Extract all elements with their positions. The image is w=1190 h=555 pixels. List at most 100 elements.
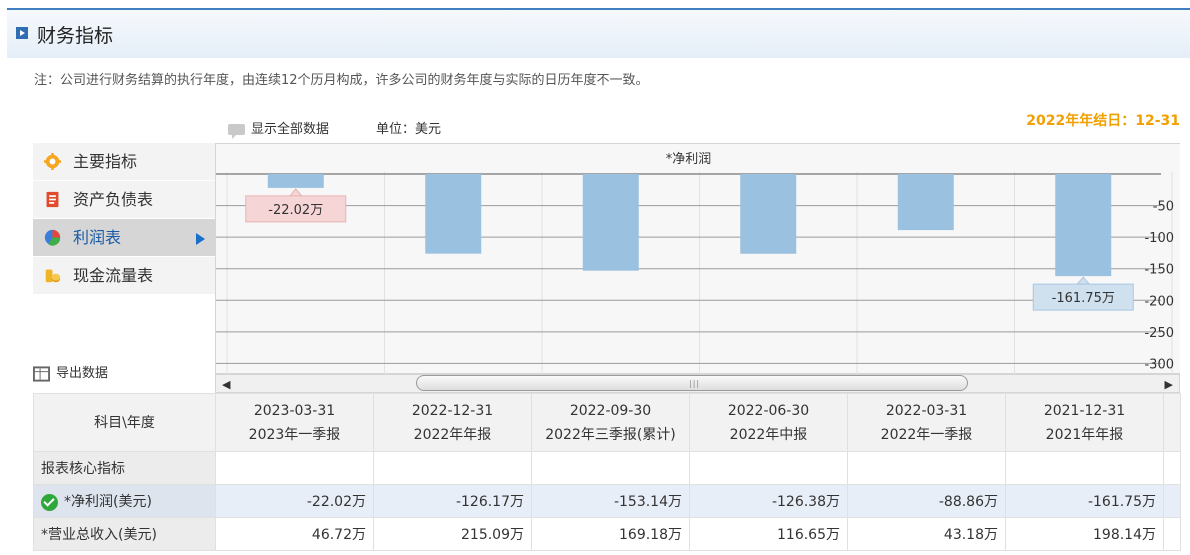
table-corner-label: 科目\年度 [33,393,216,452]
row-label-text: *净利润(美元) [64,494,152,510]
fiscal-year-note: 注：公司进行财务结算的执行年度，由连续12个历月构成，许多公司的财务年度与实际的… [34,73,649,88]
column-header: 2022-12-31 2022年年报 [373,393,532,452]
column-spacer [1163,393,1181,452]
net-profit-chart: *净利润 -50 -100 -150 -200 -250 -300 -22.02万 -161.7… [215,143,1180,375]
pie-chart-icon [44,229,61,246]
table-cell: -126.38万 [689,484,848,518]
table-header-row: 科目\年度 2023-03-31 2023年一季报 2022-12-31 2022年… [33,393,1181,452]
nav-item-cash-flow[interactable]: 现金流量表 [33,257,215,295]
column-header: 2022-06-30 2022年中报 [689,393,848,452]
empty-cell [531,451,690,485]
table-cell: -153.14万 [531,484,690,518]
nav-item-label: 主要指标 [73,152,138,171]
scroll-right-arrow-icon[interactable]: ▶ [1165,378,1173,391]
show-all-data-toggle[interactable]: 显示全部数据 [228,118,330,139]
gear-icon [44,153,61,170]
export-data-label: 导出数据 [56,366,109,381]
chart-canvas: *净利润 -50 -100 -150 -200 -250 -300 -22.02万 -161.7… [216,152,1174,375]
column-period: 2023年一季报 [248,426,341,443]
callout-pointer [288,188,303,197]
table-row-revenue[interactable]: *营业总收入(美元) 46.72万 215.09万 169.18万 116.65… [33,517,1181,551]
nav-item-label: 利润表 [73,228,122,247]
column-header: 2021-12-31 2021年年报 [1005,393,1164,452]
column-period: 2022年中报 [729,426,808,443]
table-cell: 198.14万 [1005,517,1164,551]
data-label: -161.75万 [1052,291,1115,306]
unit-label: 单位：美元 [376,122,442,137]
empty-cell [373,451,532,485]
table-cell: -88.86万 [847,484,1006,518]
nav-item-label: 现金流量表 [73,266,154,285]
column-period: 2022年年报 [413,426,492,443]
y-tick-label: -150 [1144,263,1174,278]
financial-table: 科目\年度 2023-03-31 2023年一季报 2022-12-31 2022年… [33,393,1181,551]
spreadsheet-export-icon [33,365,50,382]
section-header: 财务指标 [7,8,1190,58]
nav-item-income-statement[interactable]: 利润表 [33,219,215,257]
column-period: 2022年三季报(累计) [545,426,676,443]
empty-cell [689,451,848,485]
bar-3[interactable] [740,174,797,254]
empty-cell [1163,517,1181,551]
export-data-button[interactable]: 导出数据 [33,362,108,382]
bar-0[interactable] [267,174,324,188]
table-cell: 169.18万 [531,517,690,551]
empty-cell [215,451,374,485]
section-marker-icon [16,27,28,39]
column-date: 2022-09-30 [569,402,652,419]
grip-icon: ||| [689,379,701,388]
callout-pointer [1076,276,1091,285]
y-tick-label: -100 [1144,231,1174,246]
y-tick-label: -200 [1144,294,1174,309]
chart-title: *净利润 [666,152,712,167]
column-date: 2022-03-31 [885,402,968,419]
coins-icon [45,269,61,283]
scroll-left-arrow-icon[interactable]: ◀ [222,378,230,391]
column-date: 2021-12-31 [1043,402,1126,419]
document-icon [46,191,59,208]
year-end-date: 2022年年结日：12-31 [1026,113,1180,129]
table-section-row: 报表核心指标 [33,451,1181,485]
table-cell: 215.09万 [373,517,532,551]
check-icon [41,493,58,511]
table-cell: 46.72万 [215,517,374,551]
statement-nav: 主要指标 资产负债表 利润表 现金流量表 [33,143,215,295]
table-row-net-profit[interactable]: *净利润(美元) -22.02万 -126.17万 -153.14万 -126.… [33,484,1181,518]
column-header: 2022-09-30 2022年三季报(累计) [531,393,690,452]
nav-item-label: 资产负债表 [73,190,154,209]
section-title: 财务指标 [37,25,114,47]
nav-item-main-indicators[interactable]: 主要指标 [33,143,215,181]
empty-cell [1005,451,1164,485]
chevron-right-icon [196,233,205,245]
column-header: 2022-03-31 2022年一季报 [847,393,1006,452]
table-cell: -126.17万 [373,484,532,518]
chart-scrollbar[interactable]: ◀ ||| ▶ [215,374,1180,393]
bar-2[interactable] [582,174,639,271]
table-cell: -161.75万 [1005,484,1164,518]
bar-4[interactable] [897,174,954,231]
bar-1[interactable] [425,174,482,254]
table-cell: 116.65万 [689,517,848,551]
y-tick-label: -300 [1144,357,1174,372]
data-label: -22.02万 [268,203,323,218]
column-header: 2023-03-31 2023年一季报 [215,393,374,452]
column-period: 2021年年报 [1045,426,1124,443]
top-strip [0,0,1190,8]
column-period: 2022年一季报 [880,426,973,443]
y-tick-label: -250 [1144,326,1174,341]
column-date: 2022-06-30 [727,402,810,419]
empty-cell [1163,451,1181,485]
y-tick-label: -50 [1153,200,1174,215]
speech-bubble-icon [228,124,245,139]
empty-cell [847,451,1006,485]
row-label: *营业总收入(美元) [33,517,216,551]
section-label: 报表核心指标 [33,451,216,485]
row-label: *净利润(美元) [33,484,216,518]
scrollbar-thumb[interactable]: ||| [416,375,968,391]
empty-cell [1163,484,1181,518]
bar-5[interactable] [1055,174,1112,277]
nav-item-balance-sheet[interactable]: 资产负债表 [33,181,215,219]
column-date: 2022-12-31 [411,402,494,419]
show-all-data-label: 显示全部数据 [251,122,330,137]
column-date: 2023-03-31 [253,402,336,419]
